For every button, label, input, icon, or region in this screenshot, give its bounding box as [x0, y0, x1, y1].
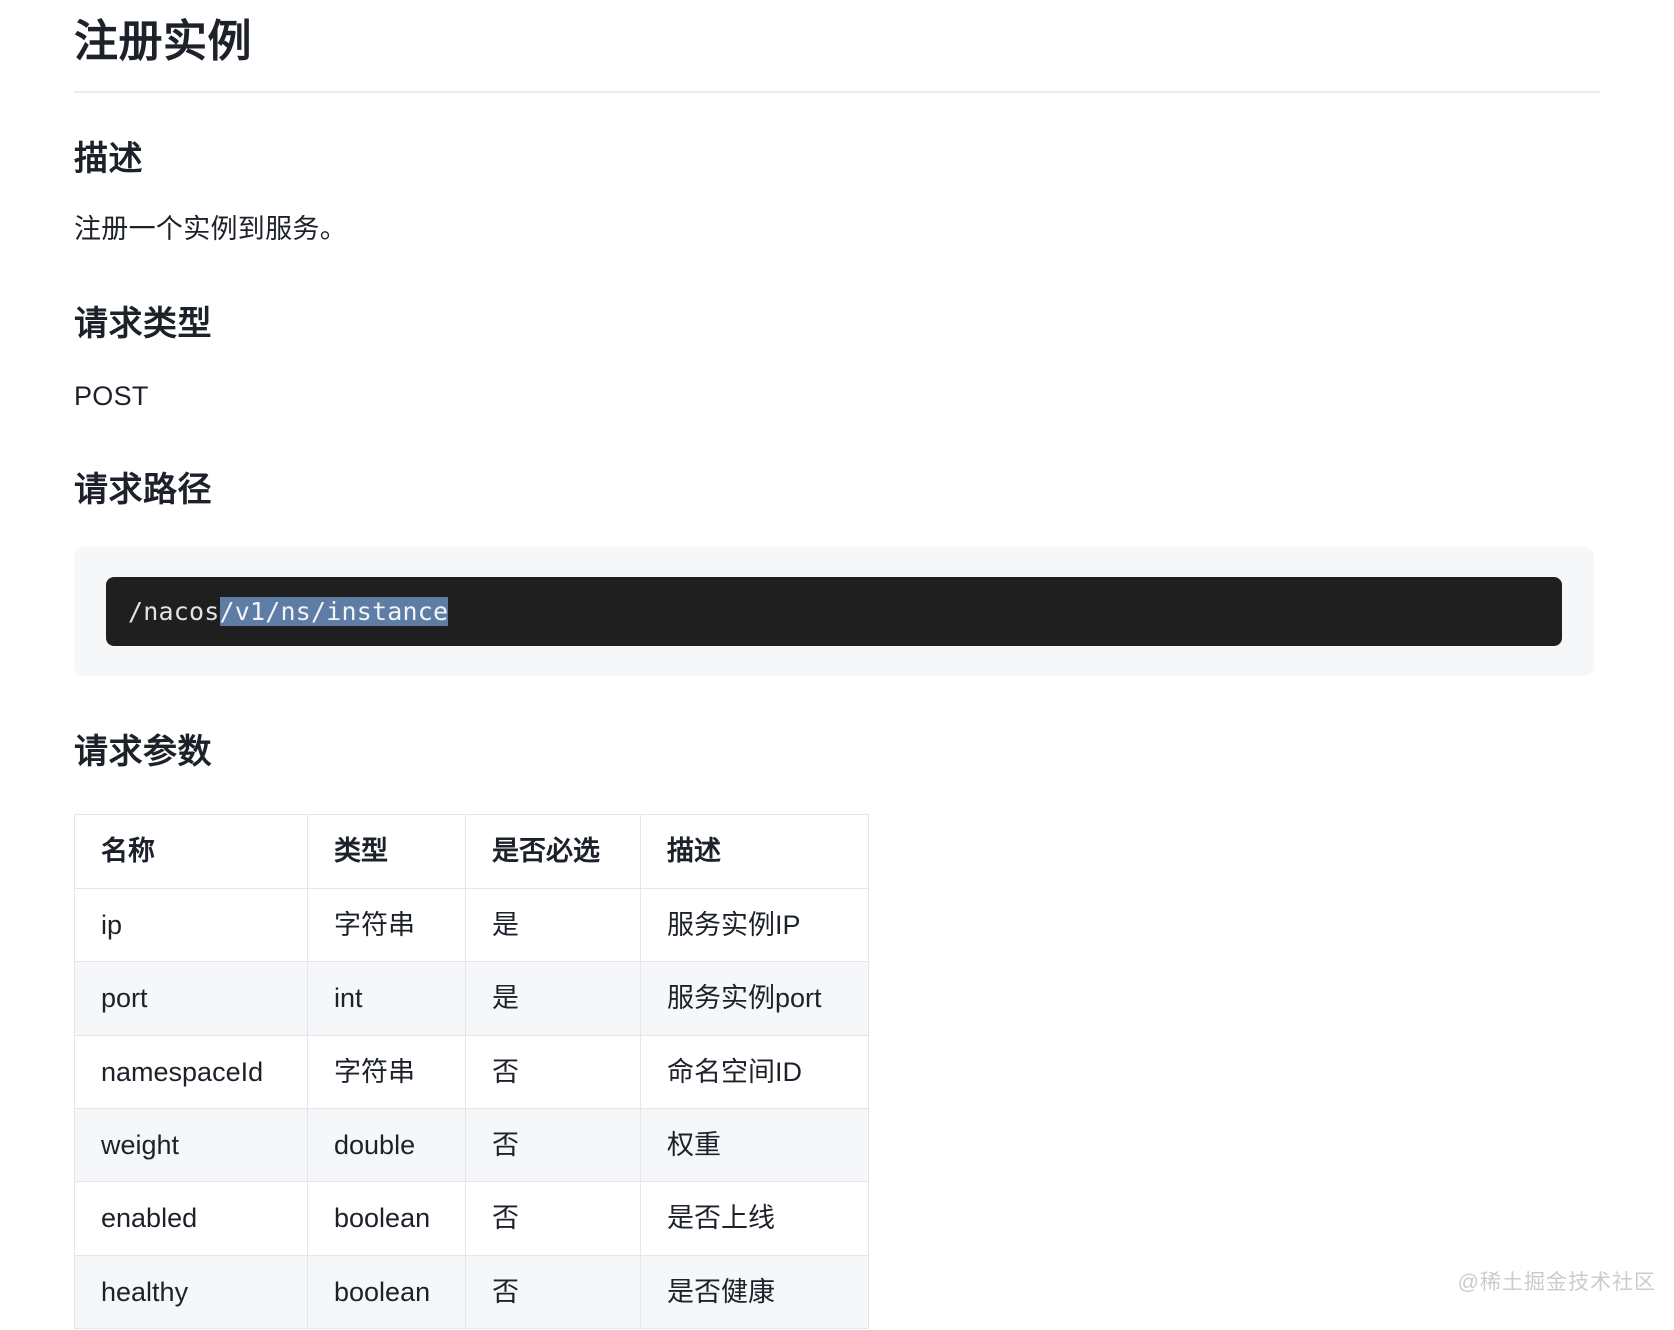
code-path-selected-text: /v1/ns/instance — [219, 596, 449, 626]
section-heading-description: 描述 — [74, 140, 143, 178]
cell-param-type: int — [307, 961, 466, 1036]
document-page: 注册实例 描述 注册一个实例到服务。 请求类型 POST 请求路径 /nacos… — [0, 0, 1674, 1330]
cell-param-required: 是 — [465, 961, 641, 1036]
table-body: ip 字符串 是 服务实例IP port int 是 服务实例port name… — [74, 887, 869, 1330]
column-header-desc: 描述 — [640, 814, 869, 889]
column-header-type: 类型 — [307, 814, 466, 889]
table-row: healthy boolean 否 是否健康 — [74, 1254, 869, 1330]
cell-param-name: enabled — [74, 1181, 308, 1256]
section-heading-request-method: 请求类型 — [74, 304, 212, 343]
cell-param-required: 否 — [465, 1107, 641, 1183]
cell-param-desc: 是否上线 — [640, 1181, 869, 1256]
cell-param-type: double — [307, 1107, 466, 1183]
cell-param-desc: 命名空间ID — [640, 1034, 869, 1110]
cell-param-required: 否 — [465, 1034, 641, 1110]
cell-param-type: 字符串 — [307, 1034, 466, 1110]
request-path-code[interactable]: /nacos/v1/ns/instance — [106, 576, 1562, 647]
table-row: namespaceId 字符串 否 命名空间ID — [74, 1034, 869, 1110]
table-row: weight double 否 权重 — [74, 1107, 869, 1183]
table-header: 名称 类型 是否必选 描述 — [74, 814, 869, 889]
section-heading-request-params: 请求参数 — [74, 733, 212, 772]
cell-param-required: 否 — [465, 1254, 641, 1330]
cell-param-desc: 权重 — [640, 1107, 869, 1183]
table-row: port int 是 服务实例port — [74, 961, 869, 1036]
cell-param-desc: 服务实例IP — [640, 887, 869, 963]
table-row: ip 字符串 是 服务实例IP — [74, 887, 869, 963]
cell-param-required: 是 — [465, 887, 641, 963]
cell-param-type: 字符串 — [307, 887, 466, 963]
cell-param-type: boolean — [307, 1254, 466, 1330]
request-method-value: POST — [74, 380, 149, 411]
column-header-required: 是否必选 — [465, 814, 641, 889]
cell-param-type: boolean — [307, 1181, 466, 1256]
page-title: 注册实例 — [74, 17, 252, 66]
cell-param-required: 否 — [465, 1181, 641, 1256]
cell-param-desc: 服务实例port — [640, 961, 869, 1036]
request-params-table: 名称 类型 是否必选 描述 ip 字符串 是 服务实例IP port int 是… — [74, 814, 869, 1330]
description-text: 注册一个实例到服务。 — [74, 214, 347, 245]
watermark: @稀土掘金技术社区 — [1457, 1271, 1656, 1294]
table-header-row: 名称 类型 是否必选 描述 — [74, 814, 869, 889]
code-block-wrapper: /nacos/v1/ns/instance — [74, 546, 1594, 677]
cell-param-desc: 是否健康 — [640, 1254, 869, 1330]
column-header-name: 名称 — [74, 814, 308, 889]
cell-param-name: port — [74, 961, 308, 1036]
code-path-prefix: /nacos — [128, 596, 220, 626]
cell-param-name: namespaceId — [74, 1034, 308, 1110]
cell-param-name: ip — [74, 887, 308, 963]
section-heading-request-path: 请求路径 — [74, 471, 212, 510]
cell-param-name: weight — [74, 1107, 308, 1183]
table-row: enabled boolean 否 是否上线 — [74, 1181, 869, 1256]
cell-param-name: healthy — [74, 1254, 308, 1330]
title-divider — [74, 91, 1600, 93]
